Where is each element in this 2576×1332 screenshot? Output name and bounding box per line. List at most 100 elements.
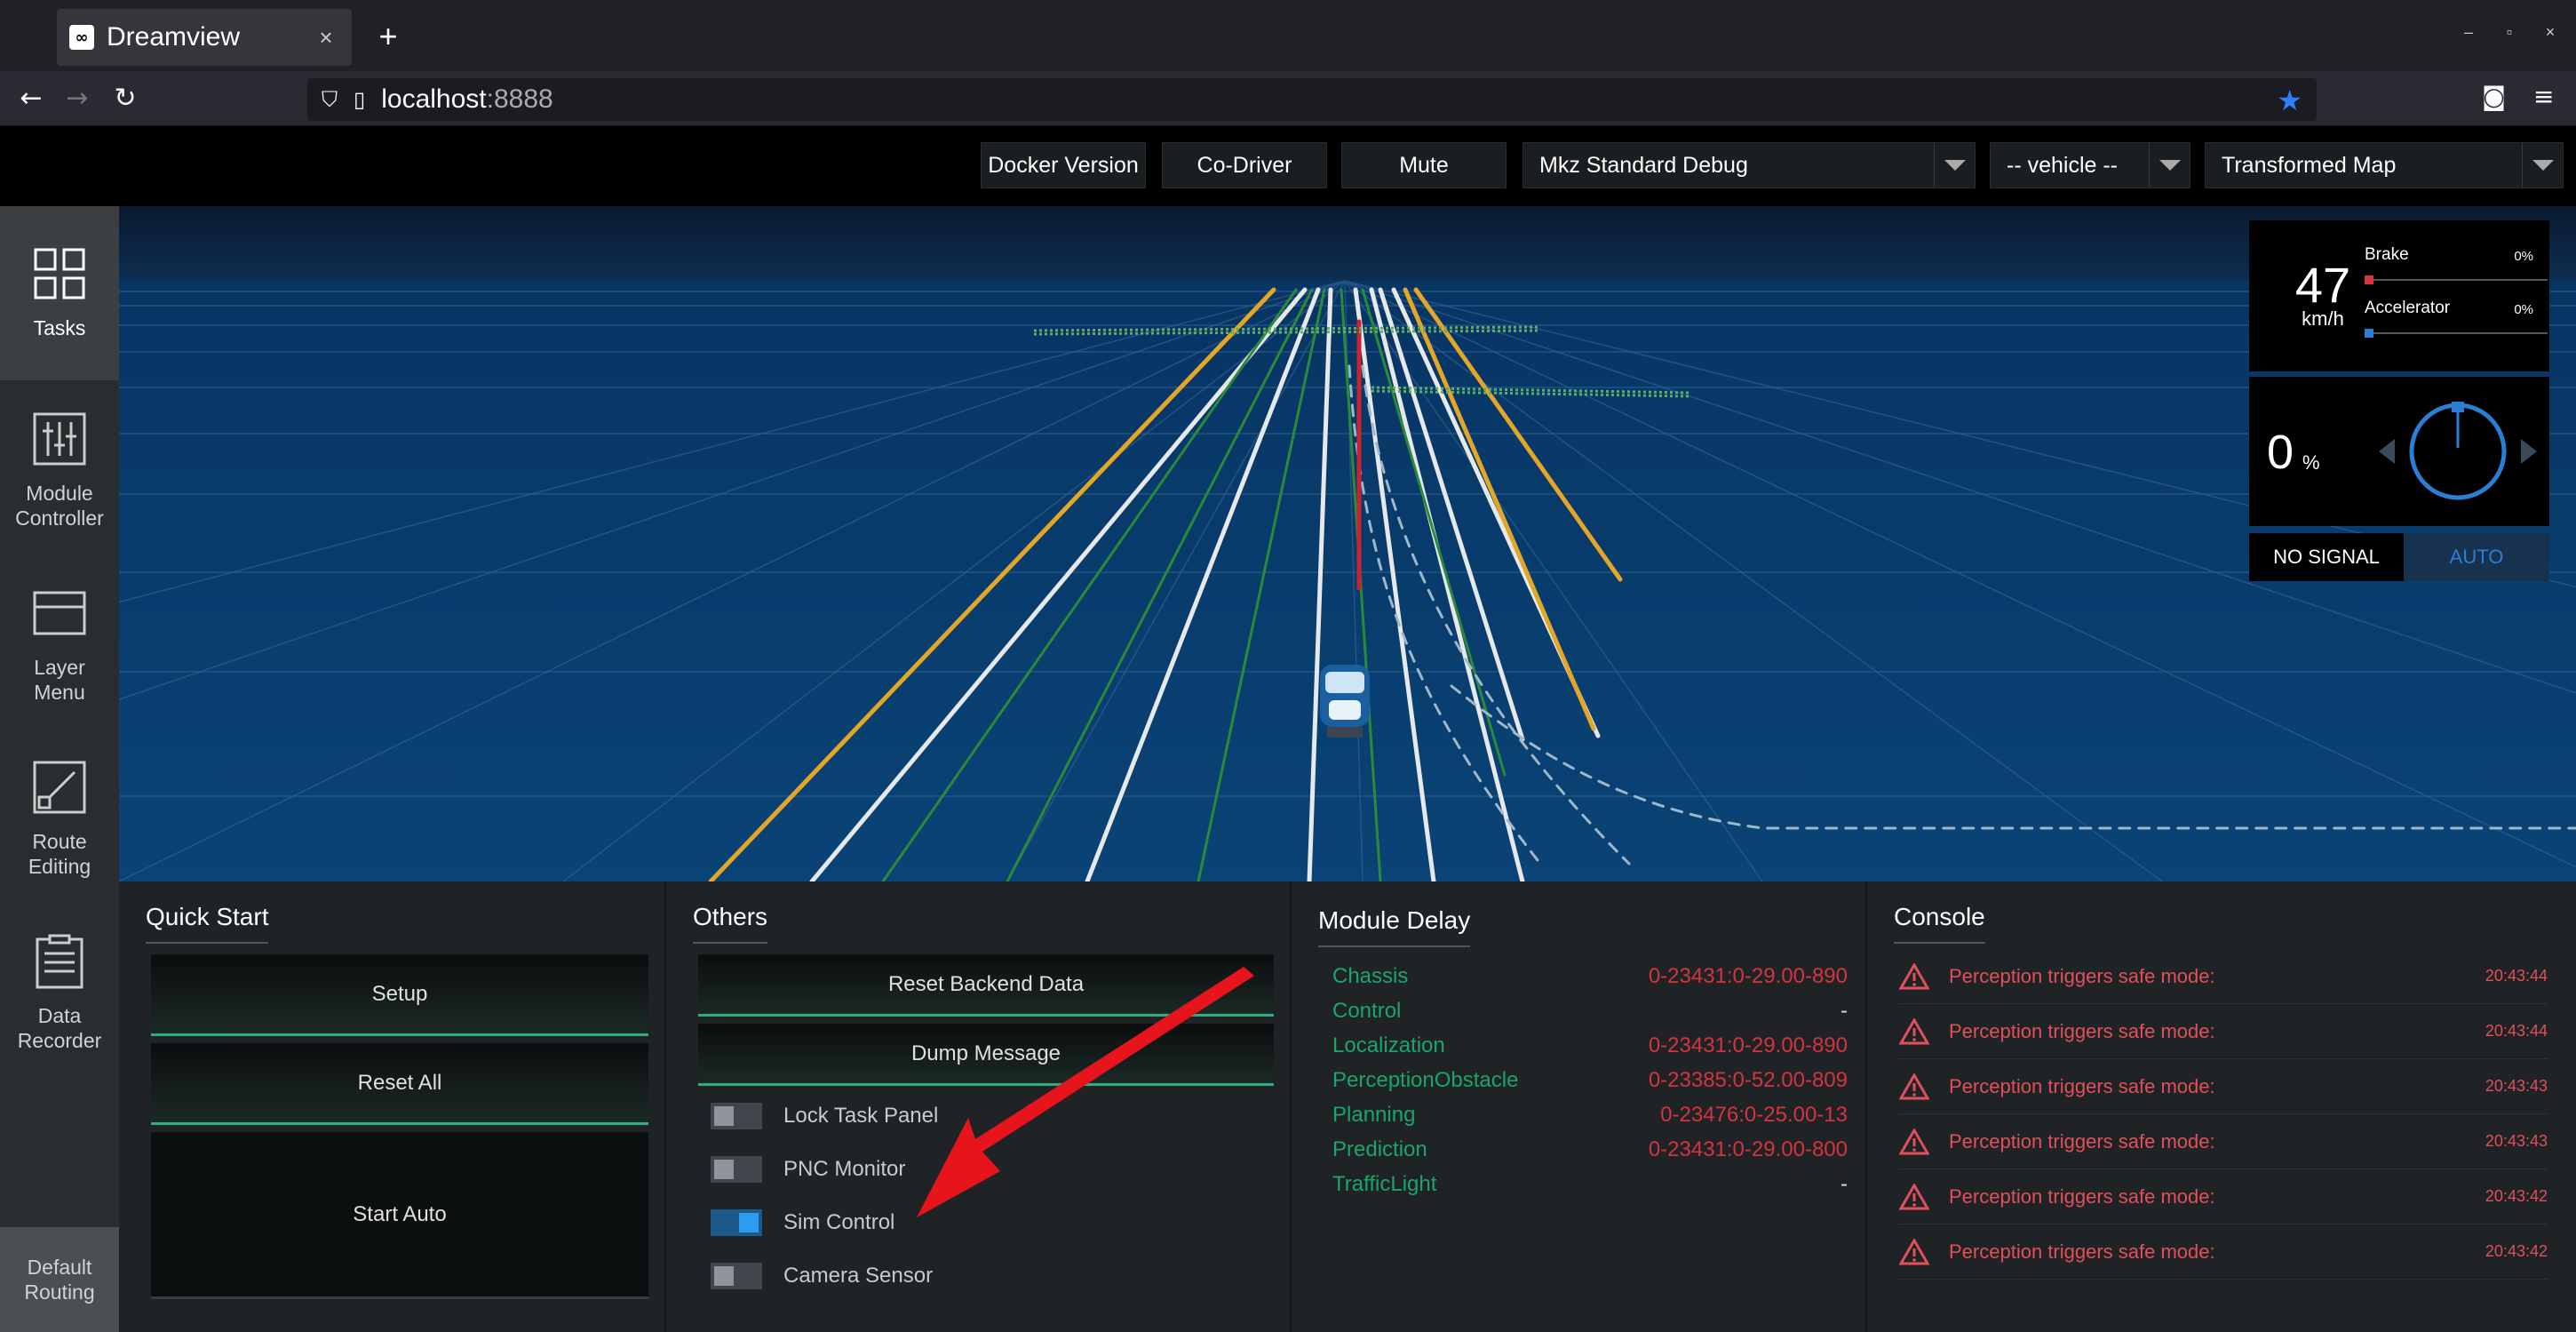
chevron-down-icon[interactable] (2522, 143, 2563, 187)
sim-control-toggle[interactable]: Sim Control (711, 1205, 894, 1240)
pnc-monitor-toggle[interactable]: PNC Monitor (711, 1152, 905, 1187)
sidebar-item-tasks[interactable]: Tasks (0, 206, 119, 380)
toggle-switch[interactable] (711, 1263, 762, 1289)
start-auto-button[interactable]: Start Auto (151, 1132, 648, 1299)
reset-backend-button[interactable]: Reset Backend Data (698, 954, 1274, 1017)
browser-navbar: ← → ↻ ⛉ ▯ localhost :8888 ★ ◙ ≡ (0, 71, 2576, 126)
docker-version-button[interactable]: Docker Version (981, 142, 1146, 188)
console-message: Perception triggers safe mode: (1949, 964, 2215, 987)
chevron-down-icon[interactable] (1934, 143, 1975, 187)
sidebar-item-label: Layer (34, 656, 85, 679)
lock-task-panel-toggle[interactable]: Lock Task Panel (711, 1098, 938, 1134)
vehicle-select[interactable]: -- vehicle -- (1990, 142, 2190, 188)
sidebar-item-route-editing[interactable]: Route Editing (0, 732, 119, 906)
toggle-switch[interactable] (711, 1156, 762, 1183)
others-title: Others (693, 903, 768, 944)
toggle-label: Sim Control (783, 1210, 895, 1234)
module-delay-value: 0-23476:0-25.00-13 (1660, 1103, 1848, 1127)
mode-select[interactable]: Mkz Standard Debug (1523, 142, 1976, 188)
side-nav: Tasks Module Controller Layer Menu Route… (0, 206, 119, 1332)
browser-tab[interactable]: ∞ Dreamview × (57, 9, 352, 66)
module-name: Prediction (1332, 1137, 1427, 1161)
sidebar-item-label: Recorder (17, 1029, 102, 1052)
forward-arrow-icon[interactable]: → (59, 80, 96, 117)
shield-icon[interactable]: ⛉ (322, 87, 338, 112)
list-item[interactable]: Perception triggers safe mode: 20:43:43 (1899, 1059, 2548, 1114)
pocket-icon[interactable]: ◙ (2482, 82, 2506, 111)
console-time: 20:43:44 (2485, 1022, 2548, 1040)
mode-select-value: Mkz Standard Debug (1539, 152, 1748, 178)
map-select-value: Transformed Map (2222, 152, 2397, 178)
route-icon (33, 761, 86, 814)
bottom-panels: Quick Start Setup Reset All Start Auto O… (119, 881, 2576, 1332)
sidebar-item-module-controller[interactable]: Module Controller (0, 384, 119, 558)
map-select[interactable]: Transformed Map (2205, 142, 2564, 188)
window-close-icon[interactable]: × (2542, 23, 2558, 42)
url-host: localhost (381, 84, 487, 114)
browser-tabbar: ∞ Dreamview × + – ▫ × (0, 0, 2576, 71)
toggle-switch[interactable] (711, 1209, 762, 1236)
module-name: TrafficLight (1332, 1172, 1437, 1196)
steering-unit: % (2302, 451, 2320, 474)
dump-message-button[interactable]: Dump Message (698, 1024, 1274, 1086)
toggle-label: Camera Sensor (783, 1264, 934, 1288)
camera-sensor-toggle[interactable]: Camera Sensor (711, 1258, 933, 1294)
module-delay-value: - (1841, 999, 1848, 1023)
console-time: 20:43:43 (2485, 1077, 2548, 1095)
module-delay-value: 0-23431:0-29.00-800 (1648, 1137, 1848, 1161)
sidebar-item-data-recorder[interactable]: Data Recorder (0, 906, 119, 1081)
url-bar[interactable]: ⛉ ▯ localhost :8888 ★ (307, 78, 2317, 121)
back-arrow-icon[interactable]: ← (12, 80, 50, 117)
menu-icon[interactable]: ≡ (2533, 82, 2554, 111)
app-header: Docker Version Co-Driver Mute Mkz Standa… (0, 126, 2576, 206)
sidebar-item-label: Route (32, 830, 87, 853)
module-delay-value: - (1841, 1172, 1848, 1196)
close-icon[interactable]: × (313, 24, 339, 52)
maximize-icon[interactable]: ▫ (2501, 23, 2517, 42)
list-item[interactable]: Perception triggers safe mode: 20:43:42 (1899, 1224, 2548, 1280)
reload-icon[interactable]: ↻ (107, 80, 144, 117)
dreamview-icon: ∞ (69, 25, 94, 50)
sidebar-item-layer-menu[interactable]: Layer Menu (0, 558, 119, 732)
minimize-icon[interactable]: – (2461, 23, 2477, 42)
module-name: PerceptionObstacle (1332, 1068, 1519, 1092)
list-item[interactable]: Perception triggers safe mode: 20:43:44 (1899, 949, 2548, 1004)
speed-value: 47 (2294, 257, 2351, 313)
module-delay-title: Module Delay (1318, 906, 1471, 947)
setup-button[interactable]: Setup (151, 954, 648, 1036)
list-item[interactable]: Perception triggers safe mode: 20:43:42 (1899, 1169, 2548, 1224)
module-delay-panel: Module Delay Chassis 0-23431:0-29.00-890… (1292, 881, 1867, 1332)
mute-button[interactable]: Mute (1341, 142, 1507, 188)
layers-icon (33, 591, 86, 635)
warning-icon (1899, 1183, 1929, 1209)
vehicle-select-value: -- vehicle -- (2007, 152, 2119, 178)
window-controls: – ▫ × (2461, 23, 2558, 42)
console-time: 20:43:43 (2485, 1132, 2548, 1150)
scene-view[interactable] (119, 206, 2576, 881)
chevron-down-icon[interactable] (2149, 143, 2190, 187)
sidebar-item-label: Module (26, 482, 93, 505)
module-delay-value: 0-23431:0-29.00-890 (1648, 1033, 1848, 1057)
table-row: PerceptionObstacle 0-23385:0-52.00-809 (1332, 1064, 1848, 1097)
page-icon[interactable]: ▯ (354, 87, 365, 112)
sidebar-item-label: Data (37, 1004, 82, 1027)
default-routing-label: Routing (24, 1280, 95, 1304)
signal-panel: NO SIGNAL AUTO (2249, 533, 2549, 581)
list-item[interactable]: Perception triggers safe mode: 20:43:43 (1899, 1114, 2548, 1169)
table-row: Planning 0-23476:0-25.00-13 (1332, 1098, 1848, 1132)
new-tab-button[interactable]: + (368, 16, 409, 57)
console-time: 20:43:44 (2485, 967, 2548, 985)
default-routing-button[interactable]: Default Routing (0, 1227, 119, 1332)
reset-all-button[interactable]: Reset All (151, 1043, 648, 1125)
accelerator-bar-fill (2365, 329, 2373, 338)
bookmark-star-icon[interactable]: ★ (2277, 84, 2302, 117)
co-driver-button[interactable]: Co-Driver (1162, 142, 1327, 188)
quick-start-panel: Quick Start Setup Reset All Start Auto (119, 881, 666, 1332)
list-item[interactable]: Perception triggers safe mode: 20:43:44 (1899, 1004, 2548, 1059)
sidebar-item-label: Editing (28, 855, 91, 878)
toggle-switch[interactable] (711, 1103, 762, 1129)
default-routing-label: Default (27, 1256, 92, 1279)
module-name: Chassis (1332, 964, 1409, 988)
console-time: 20:43:42 (2485, 1187, 2548, 1205)
table-row: TrafficLight - (1332, 1168, 1848, 1201)
